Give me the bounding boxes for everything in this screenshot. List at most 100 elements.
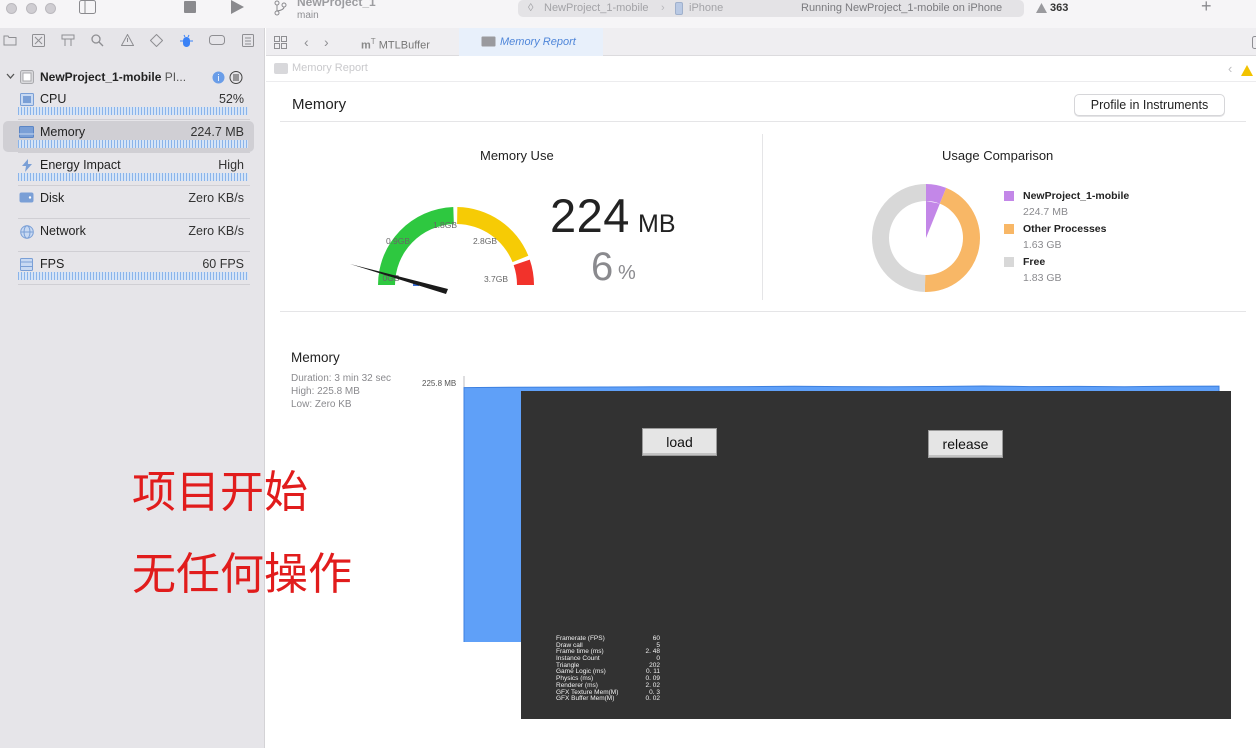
search-icon[interactable] [91, 34, 104, 50]
page-title: Memory [292, 96, 347, 113]
navigator-tabs [0, 33, 265, 52]
gauge-item-energy-impact[interactable]: Energy Impact High [0, 153, 265, 186]
disk-icon [19, 192, 34, 205]
back-icon[interactable]: ‹ [304, 28, 309, 56]
forward-icon[interactable]: › [324, 28, 329, 56]
scheme-title[interactable]: NewProject_1 [297, 0, 376, 9]
close-window-button[interactable] [6, 3, 17, 14]
source-control-icon[interactable] [32, 34, 45, 50]
stats-panel: Framerate (FPS) 60 Draw call 5 Frame time (m… [556, 635, 660, 703]
warning-icon[interactable] [1036, 2, 1047, 16]
memory-chip-icon [274, 63, 288, 74]
donut-slice-wedge [926, 201, 940, 238]
gauge-item-disk[interactable]: Disk Zero KB/s [0, 186, 265, 219]
breadcrumb[interactable]: Memory Report [292, 62, 368, 74]
split-editor-icon[interactable] [1252, 36, 1256, 49]
phone-icon [675, 2, 683, 18]
load-button[interactable]: load [642, 428, 717, 456]
network-icon [19, 225, 34, 239]
memory-high: High: 225.8 MB [291, 386, 360, 397]
debug-navigator: NewProject_1-mobile PI... i CPU 52% Memory… [0, 28, 265, 748]
game-view: load release Framerate (FPS) 60 Draw call 5… [521, 391, 1231, 719]
gauge-sparkline [18, 107, 248, 115]
gauge-value: Zero KB/s [188, 224, 244, 238]
activity-device[interactable]: iPhone [689, 2, 723, 14]
gauge-item-cpu[interactable]: CPU 52% [0, 87, 265, 120]
activity-viewer[interactable]: ◊ NewProject_1-mobile › iPhone Running N… [518, 0, 1024, 17]
chevron-left-icon[interactable]: ‹ [1228, 61, 1232, 76]
warning-icon[interactable] [1241, 65, 1253, 76]
y-max-label: 225.8 MB [422, 379, 456, 388]
usage-comparison-title: Usage Comparison [942, 148, 1054, 163]
zoom-window-button[interactable] [45, 3, 56, 14]
memory-use-title: Memory Use [480, 148, 554, 163]
gauge-label: CPU [40, 92, 67, 106]
legend-swatch [1004, 191, 1014, 201]
gauge-segment-red [513, 259, 534, 285]
app-icon [20, 70, 34, 84]
gauge-sparkline [18, 173, 248, 181]
gauge-tick-label: 0.9GB [386, 236, 410, 246]
activity-project[interactable]: NewProject_1-mobile [544, 2, 649, 14]
gauge-label: Memory [40, 125, 86, 139]
gauge-segment-yellow [457, 207, 529, 263]
play-icon[interactable] [230, 0, 244, 17]
metal-file-icon: m [361, 39, 371, 52]
chevron-down-icon[interactable] [6, 73, 15, 80]
chevron-right-icon: › [661, 2, 665, 14]
gauge-item-memory[interactable]: Memory 224.7 MB [0, 120, 265, 153]
memory-timeline-info: Memory Duration: 3 min 32 sec High: 225.… [291, 350, 391, 411]
divider [280, 121, 1246, 122]
stop-icon[interactable] [184, 1, 196, 16]
legend-name: NewProject_1-mobile [1023, 190, 1130, 202]
folder-icon[interactable] [3, 34, 17, 49]
activity-status: Running NewProject_1-mobile on iPhone [801, 2, 1003, 14]
issue-icon[interactable] [120, 33, 135, 49]
branch-icon [273, 0, 287, 19]
report-icon[interactable] [242, 34, 254, 50]
memory-use-percent: 6 [591, 245, 614, 289]
legend-value: 224.7 MB [1023, 206, 1068, 218]
gauge-sparkline [18, 272, 248, 280]
symbol-icon[interactable] [61, 34, 75, 50]
metal-file-icon-mark: T [370, 37, 376, 46]
stats-value: 0. 02 [645, 695, 660, 703]
gauge-value: 224.7 MB [190, 125, 244, 139]
gauge-needle [350, 264, 448, 294]
jump-bar[interactable]: Memory Report ‹ [266, 56, 1256, 82]
tab-memory-report[interactable]: Memory Report [459, 28, 603, 56]
scheme-branch: main [297, 10, 319, 21]
legend-name: Free [1023, 256, 1046, 268]
nav-project-row[interactable]: NewProject_1-mobile PI... i [6, 70, 260, 86]
gauge-value: 52% [218, 92, 244, 106]
gauge-tick-label: 3.7GB [484, 274, 508, 284]
donut-slice-2 [871, 184, 926, 292]
add-icon[interactable]: + [1201, 0, 1212, 15]
toolbar: NewProject_1 main ◊ NewProject_1-mobile … [0, 0, 1256, 28]
sidebar-toggle-icon[interactable] [79, 0, 96, 17]
memory-timeline-title: Memory [291, 350, 340, 365]
annotation-line-1: 项目开始 [132, 467, 308, 518]
minimize-window-button[interactable] [26, 3, 37, 14]
gauge-item-fps[interactable]: FPS 60 FPS [0, 252, 265, 285]
tab-memory-report-label: Memory Report [500, 36, 576, 48]
info-icon[interactable]: i [212, 71, 225, 84]
gauge-tick-label: 1.8GB [433, 220, 457, 230]
memory-chip-icon [481, 36, 496, 47]
gauge-label: Network [40, 224, 86, 238]
profile-in-instruments-button[interactable]: Profile in Instruments [1074, 94, 1225, 116]
test-icon[interactable] [149, 33, 164, 50]
gauge-item-network[interactable]: Network Zero KB/s [0, 219, 265, 252]
memory-gauge: 0GB0.9GB1.8GB2.8GB3.7GB [350, 207, 534, 294]
cpu-icon [19, 93, 34, 106]
threads-icon[interactable] [229, 71, 243, 84]
grid-icon[interactable] [274, 36, 287, 49]
gauge-label: Energy Impact [40, 158, 121, 172]
debug-icon[interactable] [180, 34, 193, 51]
memory-duration: Duration: 3 min 32 sec [291, 373, 392, 384]
section-divider [762, 134, 763, 300]
release-button[interactable]: release [928, 430, 1003, 458]
tab-mtlbuffer[interactable]: mT MTLBuffer [361, 28, 459, 56]
warning-count[interactable]: 363 [1050, 2, 1068, 14]
breakpoint-icon[interactable] [209, 34, 225, 48]
